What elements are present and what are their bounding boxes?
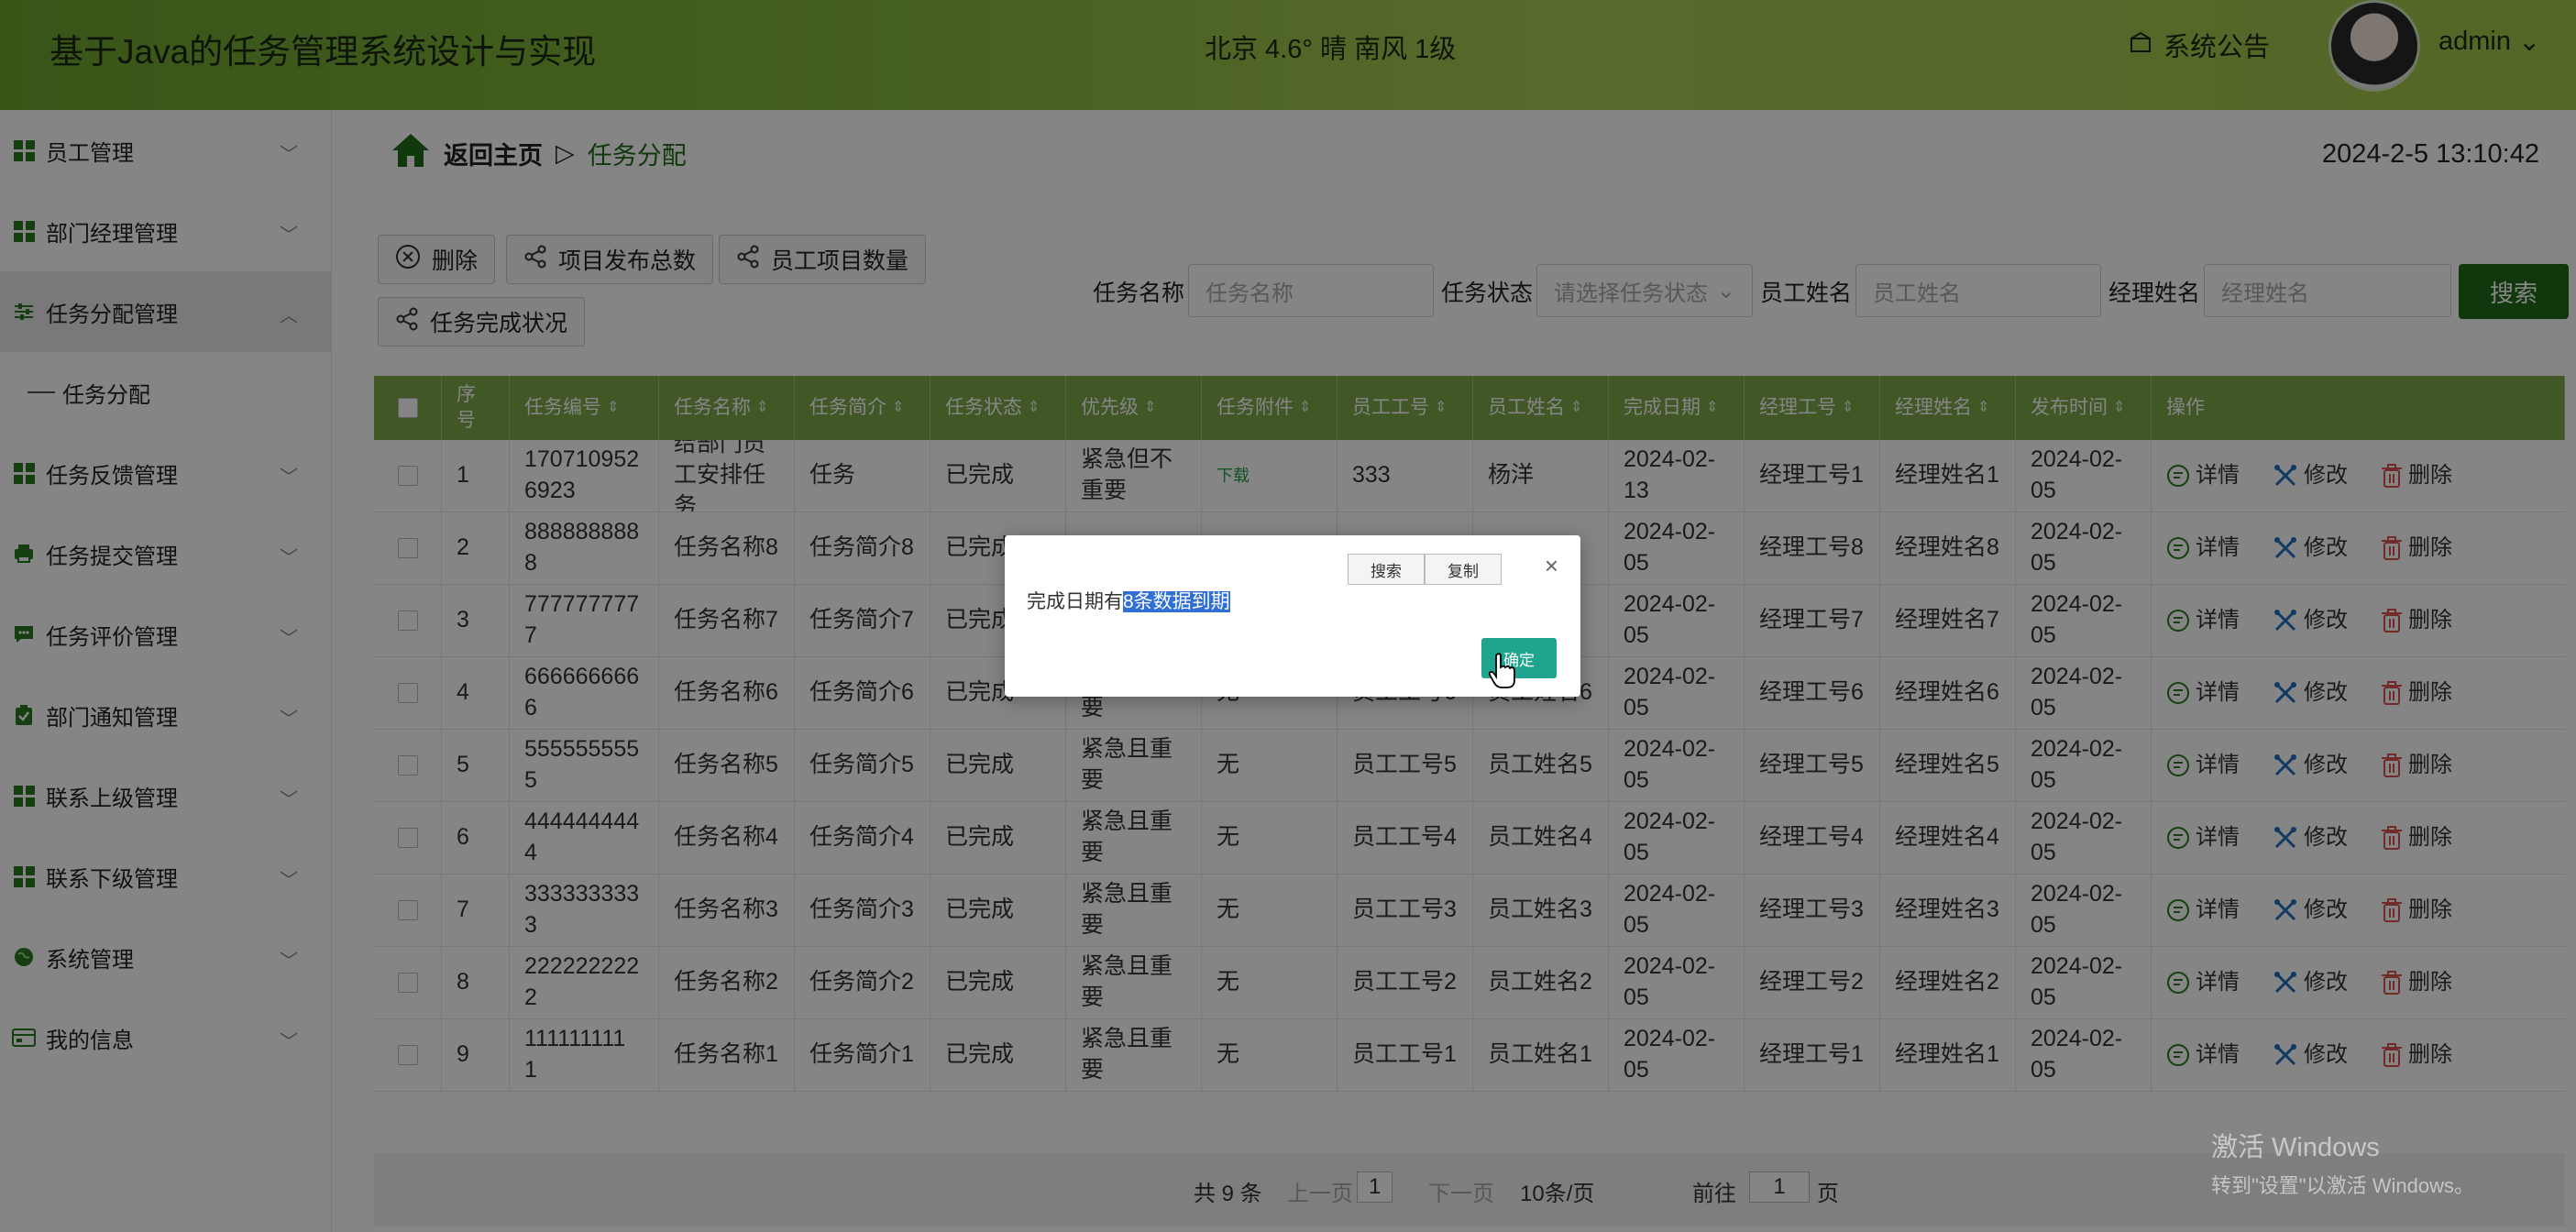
dialog-copy-button[interactable]: 复制 — [1425, 554, 1502, 585]
close-icon[interactable]: × — [1545, 552, 1558, 580]
hand-cursor-icon — [1488, 653, 1516, 694]
dialog-message: 完成日期有8条数据到期 — [1027, 587, 1230, 614]
watermark-line2: 转到"设置"以激活 Windows。 — [2211, 1174, 2474, 1197]
watermark-line1: 激活 Windows — [2211, 1133, 2380, 1162]
windows-activation-watermark: 激活 Windows 转到"设置"以激活 Windows。 — [2211, 1126, 2474, 1199]
dialog-search-button[interactable]: 搜索 — [1348, 554, 1425, 585]
dialog-message-prefix: 完成日期有 — [1027, 591, 1123, 612]
dialog-message-highlight: 8条数据到期 — [1123, 591, 1230, 612]
